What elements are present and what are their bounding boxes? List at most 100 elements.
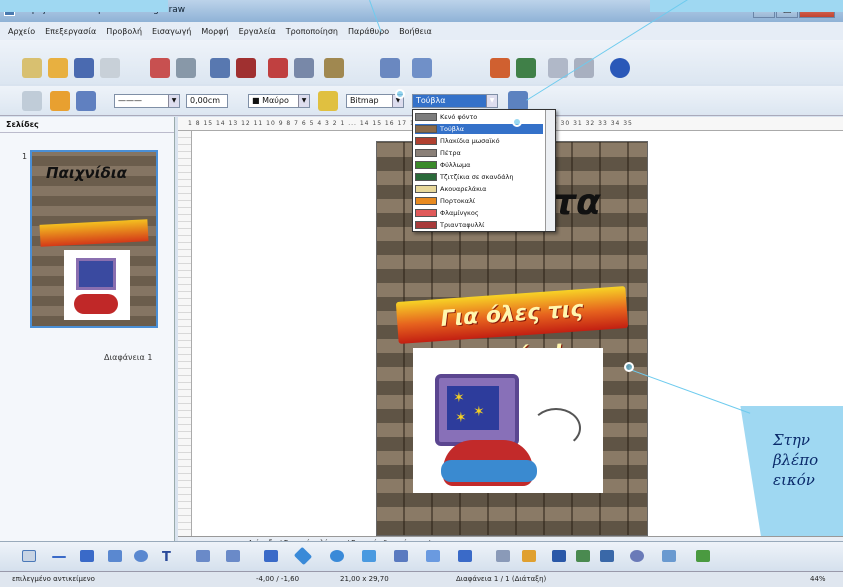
gallery-tool-icon[interactable]	[600, 550, 614, 562]
export-pdf-icon[interactable]	[150, 58, 170, 78]
line-style-select[interactable]: ——— ▼	[114, 94, 180, 108]
from-file-icon[interactable]	[576, 550, 590, 562]
line-color-select[interactable]: ■ Μαύρο ▼	[248, 94, 310, 108]
status-bar: επιλεγμένο αντικείμενο -4,00 / -1,60 21,…	[0, 571, 843, 587]
bitmap-label: Πέτρα	[440, 149, 461, 157]
tv-icon: ✶ ✶ ✶	[435, 374, 519, 446]
stars-icon[interactable]	[458, 550, 472, 562]
menu-format[interactable]: Μορφή	[201, 27, 228, 36]
rectangle-icon[interactable]	[108, 550, 122, 562]
autospell-icon[interactable]	[236, 58, 256, 78]
align-icon[interactable]	[662, 550, 676, 562]
help-icon[interactable]	[610, 58, 630, 78]
chart-icon[interactable]	[490, 58, 510, 78]
open-icon[interactable]	[48, 58, 68, 78]
shadow-icon[interactable]	[508, 91, 528, 111]
undo-icon[interactable]	[412, 58, 432, 78]
slide-thumbnail[interactable]: Παιχνίδια	[30, 150, 158, 328]
lines-arrows-icon[interactable]	[264, 550, 278, 562]
standard-toolbar	[0, 40, 843, 84]
basic-shapes-icon[interactable]	[293, 546, 313, 566]
status-page: Διαφάνεια 1 / 1 (Διάταξη)	[456, 575, 547, 583]
menu-view[interactable]: Προβολή	[106, 27, 142, 36]
area-fill-value: Τούβλα	[416, 96, 446, 105]
copy-icon[interactable]	[294, 58, 314, 78]
bitmap-swatch	[415, 149, 437, 157]
curve-icon[interactable]	[196, 550, 210, 562]
bitmap-label: Τούβλα	[440, 125, 464, 133]
line-color-value: Μαύρο	[262, 96, 289, 105]
menu-file[interactable]: Αρχείο	[8, 27, 35, 36]
paste-icon[interactable]	[324, 58, 344, 78]
bitmap-label: Πορτοκαλί	[440, 197, 476, 205]
menu-help[interactable]: Βοήθεια	[399, 27, 432, 36]
area-fill-select[interactable]: Τούβλα ▼	[412, 94, 498, 108]
bitmap-swatch	[415, 125, 437, 133]
bitmap-list-item[interactable]: Φύλλωμα	[415, 160, 543, 170]
line-width-field[interactable]: 0,00cm	[186, 94, 228, 108]
arrange-icon[interactable]	[696, 550, 710, 562]
callouts-icon[interactable]	[426, 550, 440, 562]
bitmap-list-item[interactable]: Ακουαρελάκια	[415, 184, 543, 194]
bitmap-swatch	[415, 113, 437, 121]
pointer-dot-2	[512, 117, 522, 127]
select-icon[interactable]	[22, 550, 36, 562]
flowchart-icon[interactable]	[394, 550, 408, 562]
bitmap-list-item[interactable]: Κενό φόντο	[415, 112, 543, 122]
bitmap-list-item[interactable]: Πέτρα	[415, 148, 543, 158]
points-icon[interactable]	[496, 550, 510, 562]
menu-insert[interactable]: Εισαγωγή	[152, 27, 191, 36]
navigator-icon[interactable]	[516, 58, 536, 78]
area-icon[interactable]	[318, 91, 338, 111]
status-position: -4,00 / -1,60	[256, 575, 300, 583]
menu-edit[interactable]: Επεξεργασία	[45, 27, 96, 36]
spellcheck-icon[interactable]	[210, 58, 230, 78]
line-width-value: 0,00cm	[190, 96, 221, 105]
draw-window: Χωρίς τίτλο 1 - OpenOffice.org Draw – □ …	[0, 0, 843, 587]
symbol-shapes-icon[interactable]	[330, 550, 344, 562]
slide-label: Διαφάνεια 1	[104, 353, 153, 362]
ellipse-icon[interactable]	[134, 550, 148, 562]
menu-window[interactable]: Παράθυρο	[348, 27, 389, 36]
styles-icon[interactable]	[22, 91, 42, 111]
new-icon[interactable]	[22, 58, 42, 78]
menu-tools[interactable]: Εργαλεία	[239, 27, 276, 36]
cut-icon[interactable]	[268, 58, 288, 78]
print-icon[interactable]	[176, 58, 196, 78]
text-icon[interactable]: T	[162, 550, 176, 565]
bitmap-list-item[interactable]: Τριανταφυλλί	[415, 220, 543, 230]
menu-modify[interactable]: Τροποποίηση	[286, 27, 338, 36]
email-icon[interactable]	[100, 58, 120, 78]
bitmap-swatch	[415, 221, 437, 229]
fontwork-icon[interactable]	[552, 550, 566, 562]
bitmap-list-item[interactable]: Πορτοκαλί	[415, 196, 543, 206]
callout-top-left	[0, 0, 168, 12]
bitmap-swatch	[415, 209, 437, 217]
pointer-dot-3	[624, 362, 634, 372]
slides-pane-title: Σελίδες	[0, 117, 174, 133]
block-arrows-icon[interactable]	[362, 550, 376, 562]
save-icon[interactable]	[74, 58, 94, 78]
glue-points-icon[interactable]	[522, 550, 536, 562]
status-zoom[interactable]: 44%	[810, 575, 826, 583]
person-shirt	[441, 460, 537, 482]
thumb-banner	[39, 219, 149, 247]
bitmap-swatch	[415, 161, 437, 169]
connector-icon[interactable]	[226, 550, 240, 562]
bitmap-list-item[interactable]: Τζιτζίκια σε σκανδάλη	[415, 172, 543, 182]
arrow-style-icon[interactable]	[76, 91, 96, 111]
dropdown-scrollbar[interactable]	[545, 110, 555, 231]
clone-format-icon[interactable]	[380, 58, 400, 78]
bitmap-list-item[interactable]: Πλακίδια μωσαϊκό	[415, 136, 543, 146]
arrow-tool-icon[interactable]	[80, 550, 94, 562]
line-tool-icon[interactable]	[52, 556, 66, 558]
callout-top-right	[650, 0, 843, 12]
bitmap-dropdown-list[interactable]: Κενό φόντο Τούβλα Πλακίδια μωσαϊκό Πέτρα Φύλ…	[412, 109, 556, 232]
line-icon[interactable]	[50, 91, 70, 111]
bitmap-list-item[interactable]: Τούβλα	[415, 124, 543, 134]
bitmap-swatch	[415, 185, 437, 193]
thumb-title: Παιχνίδια	[46, 164, 127, 182]
bitmap-list-item[interactable]: Φλαμίνγκος	[415, 208, 543, 218]
tv-clipart[interactable]: ✶ ✶ ✶	[413, 348, 603, 493]
rotate-icon[interactable]	[630, 550, 644, 562]
